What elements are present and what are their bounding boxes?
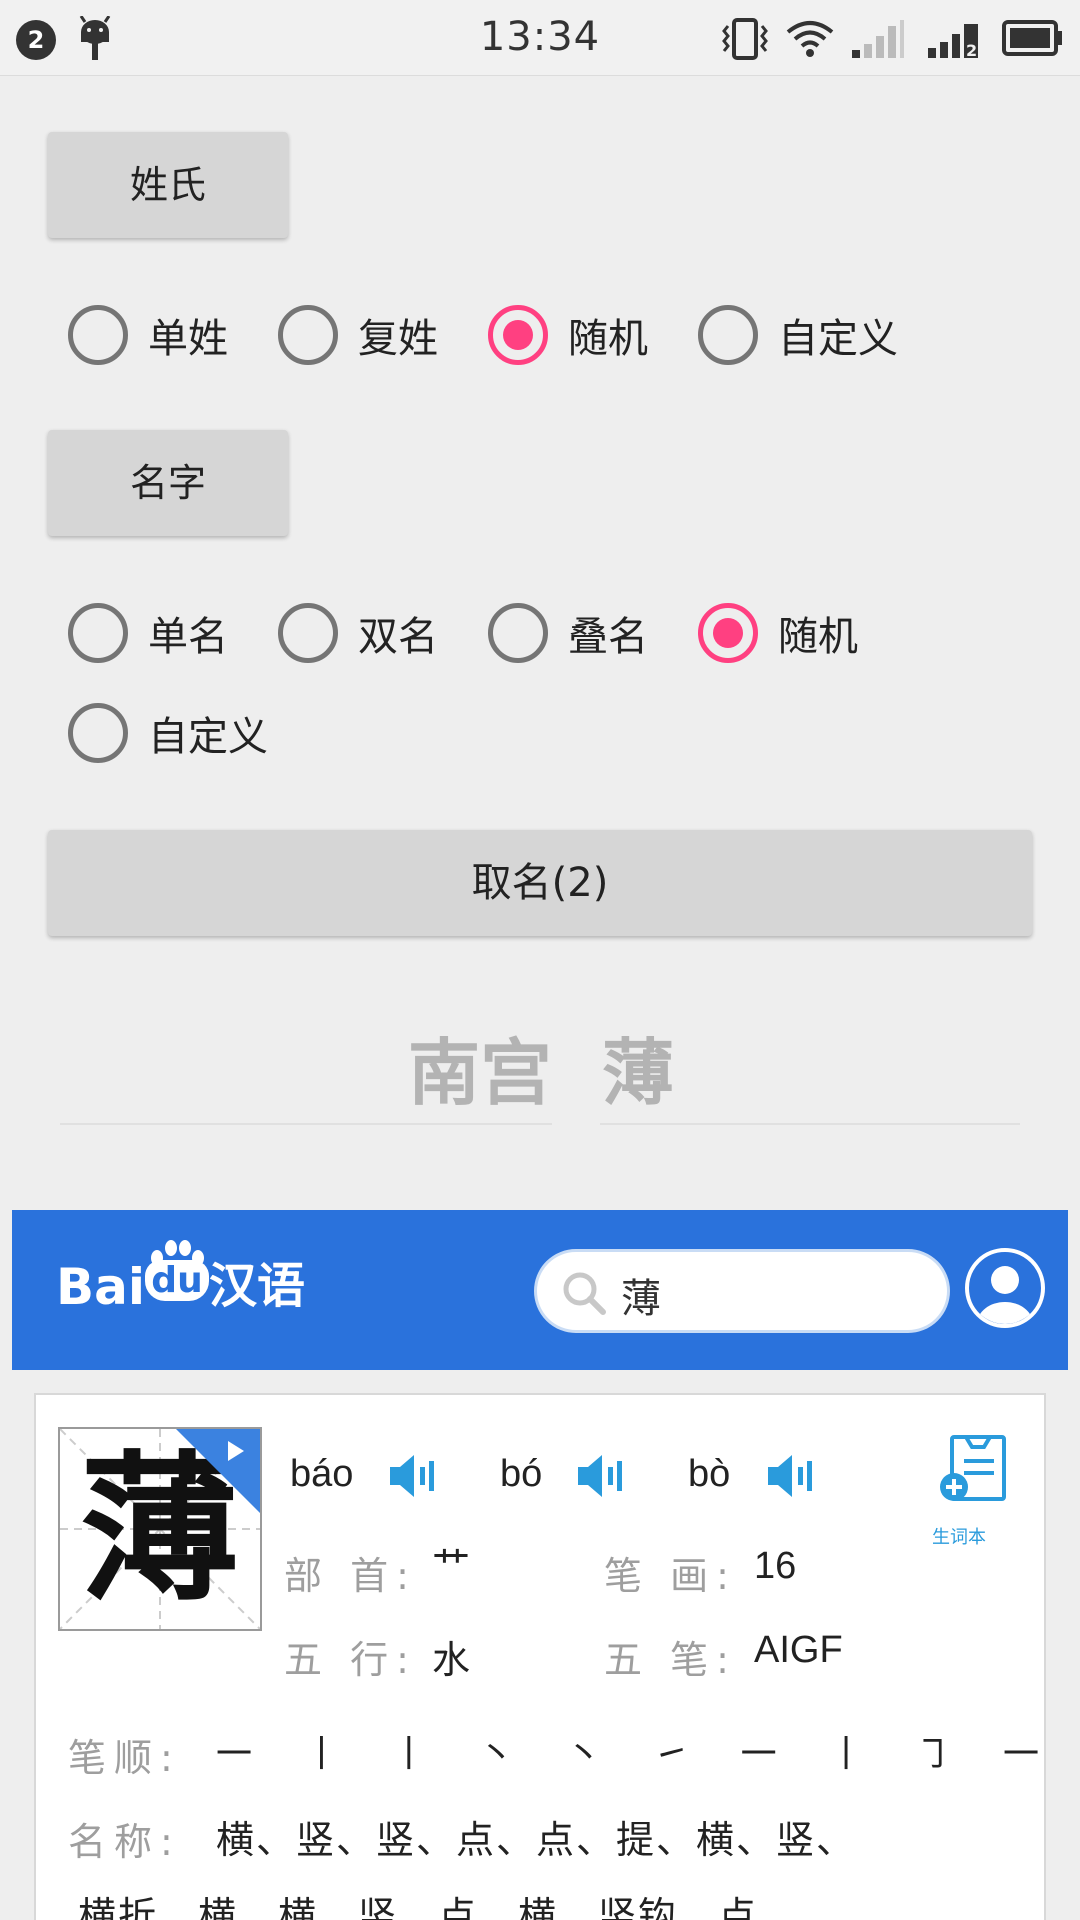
search-icon — [563, 1272, 606, 1315]
user-avatar-icon[interactable] — [965, 1248, 1045, 1328]
strokes-value: 16 — [754, 1545, 797, 1587]
radio-circle[interactable] — [698, 603, 758, 663]
wifi-icon — [786, 21, 834, 57]
pinyin-2: bó — [500, 1453, 543, 1495]
logo-text-du: du — [145, 1260, 209, 1301]
status-bar: 2 13:34 2 — [0, 0, 1080, 76]
signal-2-icon: 2 — [928, 24, 978, 58]
radical-value: 艹 — [432, 1546, 471, 1588]
strokes-label: 笔 画: — [604, 1554, 737, 1598]
generate-name-button[interactable]: 取名(2) — [48, 830, 1032, 936]
radio-circle[interactable] — [488, 305, 548, 365]
radio-label: 自定义 — [148, 714, 268, 760]
given-radio-custom[interactable]: 自定义 — [68, 703, 268, 763]
wordbook-label: 生词本 — [932, 1527, 986, 1548]
surname-radio-random[interactable]: 随机 — [488, 305, 648, 365]
baidu-hanyu-header: Bai du 汉语 薄 — [12, 1210, 1068, 1370]
radio-label: 自定义 — [778, 316, 898, 362]
baidu-search-box[interactable]: 薄 — [534, 1249, 950, 1333]
battery-icon — [1002, 20, 1062, 56]
svg-text:2: 2 — [966, 41, 977, 58]
character-card: 薄 báo bó bò 生词本 部 首: 艹 笔 画: 16 五 行: 水 五 … — [34, 1393, 1080, 1920]
app-screen: 2 13:34 2 姓氏 单姓 复姓 随机 自定义 名字 单名 双名 叠名 随机… — [0, 0, 1080, 1920]
given-radio-single[interactable]: 单名 — [68, 603, 228, 663]
radio-label: 随机 — [568, 316, 648, 362]
baidu-hanyu-logo[interactable]: Bai du 汉语 — [56, 1240, 306, 1316]
stroke-order-label: 笔顺: — [68, 1736, 181, 1780]
logo-text-hanyu: 汉语 — [209, 1258, 306, 1314]
surname-radio-compound[interactable]: 复姓 — [278, 305, 438, 365]
wuxing-value: 水 — [432, 1640, 471, 1682]
stroke-order-value: 一 丨 丨 丶 丶 ㇀ 一 丨 ㇆ 一 一 … — [216, 1734, 1080, 1775]
wordbook-icon — [940, 1435, 1006, 1501]
play-stroke-icon[interactable] — [176, 1429, 260, 1513]
search-input[interactable]: 薄 — [621, 1266, 661, 1324]
logo-paw: du — [145, 1240, 209, 1316]
radio-label: 单姓 — [148, 316, 228, 362]
radio-circle[interactable] — [698, 305, 758, 365]
stroke-names-label: 名称: — [68, 1820, 181, 1864]
radio-label: 叠名 — [568, 614, 648, 660]
radio-circle[interactable] — [488, 603, 548, 663]
surname-radio-custom[interactable]: 自定义 — [698, 305, 898, 365]
radical-label: 部 首: — [284, 1554, 417, 1598]
result-given-field[interactable]: 薄 — [600, 1025, 1020, 1125]
speaker-icon[interactable] — [766, 1453, 814, 1499]
pinyin-3: bò — [688, 1453, 731, 1495]
pinyin-1: báo — [290, 1453, 354, 1495]
signal-icon — [852, 20, 904, 58]
radio-circle[interactable] — [278, 603, 338, 663]
wordbook-button[interactable]: 生词本 — [932, 1431, 1008, 1548]
surname-button[interactable]: 姓氏 — [48, 132, 288, 238]
character-box[interactable]: 薄 — [58, 1427, 262, 1631]
clock: 13:34 — [479, 14, 601, 60]
radio-circle[interactable] — [278, 305, 338, 365]
wubi-value: AIGF — [754, 1629, 843, 1671]
stroke-names-value: 横、竖、竖、点、点、提、横、竖、 — [216, 1818, 857, 1862]
radio-circle[interactable] — [68, 603, 128, 663]
radio-label: 随机 — [778, 614, 858, 660]
radio-label: 复姓 — [358, 316, 438, 362]
wuxing-label: 五 行: — [284, 1638, 417, 1682]
radio-label: 单名 — [148, 614, 228, 660]
speaker-icon[interactable] — [388, 1453, 436, 1499]
radio-circle[interactable] — [68, 305, 128, 365]
logo-text-bai: Bai — [56, 1258, 145, 1316]
surname-radio-single[interactable]: 单姓 — [68, 305, 228, 365]
given-radio-double[interactable]: 双名 — [278, 603, 438, 663]
vibrate-icon — [722, 18, 768, 60]
radio-circle[interactable] — [68, 703, 128, 763]
result-surname-field[interactable]: 南宫 — [60, 1025, 552, 1125]
given-radio-reduplicated[interactable]: 叠名 — [488, 603, 648, 663]
given-name-button[interactable]: 名字 — [48, 430, 288, 536]
given-radio-random[interactable]: 随机 — [698, 603, 858, 663]
wubi-label: 五 笔: — [604, 1638, 737, 1682]
radio-label: 双名 — [358, 614, 438, 660]
speaker-icon[interactable] — [576, 1453, 624, 1499]
stroke-names-value-2: 横折、横、横、竖、点、横、竖钩、点 — [78, 1894, 759, 1920]
